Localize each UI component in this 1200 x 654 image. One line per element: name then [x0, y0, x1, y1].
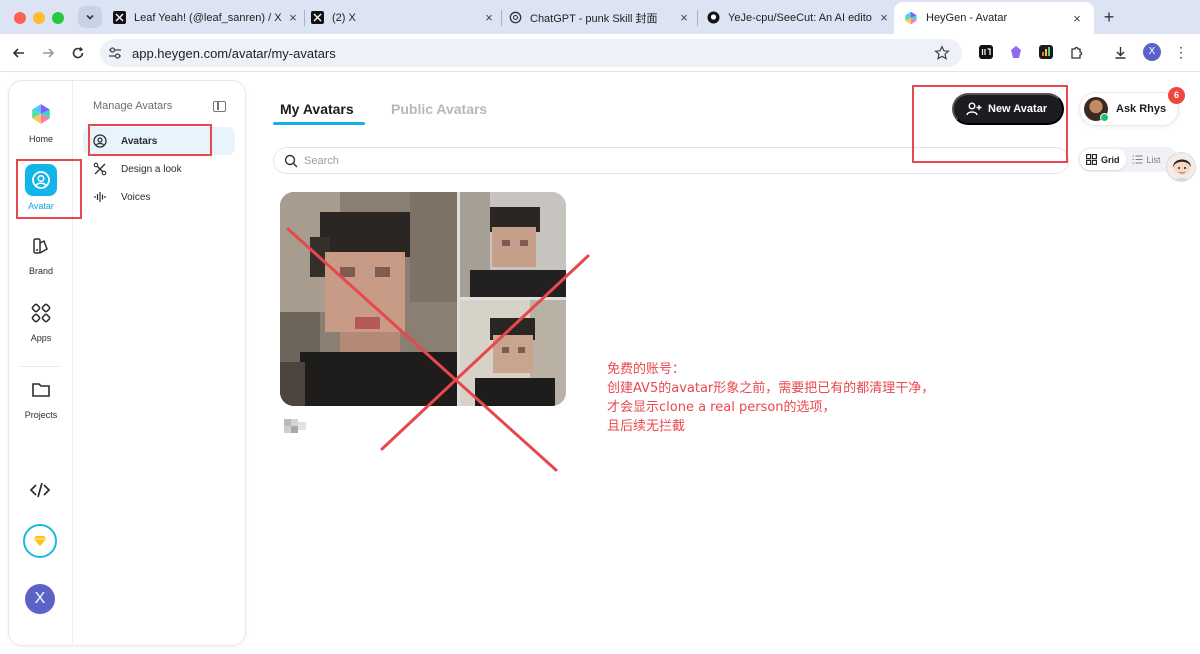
extensions-puzzle-icon[interactable]: [1068, 44, 1084, 60]
arrow-left-icon: [12, 48, 24, 58]
download-icon[interactable]: [1112, 44, 1128, 60]
close-icon[interactable]: ×: [1070, 11, 1084, 26]
back-button[interactable]: [9, 43, 29, 63]
new-tab-button[interactable]: +: [1100, 7, 1118, 27]
annotation-line: 免费的账号：: [607, 362, 686, 377]
browser-profile-avatar[interactable]: X: [1143, 43, 1161, 61]
close-icon[interactable]: ×: [286, 10, 300, 25]
tab-title: HeyGen - Avatar: [926, 12, 1008, 24]
arrow-right-icon: [43, 48, 55, 58]
close-icon[interactable]: ×: [482, 10, 496, 25]
annotation-line: 且后续无拦截: [607, 419, 686, 434]
tab-divider: [501, 10, 502, 26]
tab-title: YeJe-cpu/SeeCut: An AI edito: [728, 11, 872, 24]
site-settings-icon[interactable]: [108, 46, 122, 60]
maximize-window-button[interactable]: [52, 12, 64, 24]
reload-icon: [72, 47, 84, 59]
browser-tab[interactable]: ChatGPT - punk Skill 封面 ×: [508, 5, 691, 30]
browser-tab[interactable]: Leaf Yeah! (@leaf_sanren) / X ×: [112, 5, 300, 30]
url-text: app.heygen.com/avatar/my-avatars: [132, 46, 336, 61]
browser-tab[interactable]: YeJe-cpu/SeeCut: An AI edito ×: [706, 5, 891, 30]
tab-divider: [697, 10, 698, 26]
forward-button[interactable]: [38, 43, 58, 63]
github-icon: [706, 11, 720, 25]
tab-title: Leaf Yeah! (@leaf_sanren) / X: [134, 11, 282, 24]
annotation-line: 创建AV5的avatar形象之前，需要把已有的都清理干净，: [607, 381, 935, 396]
annotation-cross-mark: [286, 227, 590, 472]
close-icon[interactable]: ×: [877, 10, 891, 25]
chatgpt-icon: [508, 11, 522, 25]
extension-icon[interactable]: [978, 44, 994, 60]
tab-search-button[interactable]: [78, 6, 102, 28]
browser-tab[interactable]: (2) X ×: [310, 5, 496, 30]
minimize-window-button[interactable]: [33, 12, 45, 24]
extension-icon[interactable]: [1008, 44, 1024, 60]
heygen-logo-icon: [904, 11, 918, 25]
annotation-line: 才会显示clone a real person的选项，: [607, 400, 836, 415]
x-logo-icon: [310, 11, 324, 25]
address-bar[interactable]: app.heygen.com/avatar/my-avatars: [100, 39, 962, 67]
close-window-button[interactable]: [14, 12, 26, 24]
browser-tab-bar: Leaf Yeah! (@leaf_sanren) / X × (2) X × …: [0, 0, 1200, 34]
tab-title: ChatGPT - punk Skill 封面: [530, 12, 658, 25]
chevron-down-icon: [86, 14, 94, 20]
close-icon[interactable]: ×: [677, 10, 691, 25]
browser-toolbar: app.heygen.com/avatar/my-avatars X ⋮: [0, 34, 1200, 72]
bookmark-star-icon[interactable]: [934, 45, 950, 61]
tab-title: (2) X: [332, 11, 356, 24]
extension-icon[interactable]: [1038, 44, 1054, 60]
tab-divider: [304, 10, 305, 26]
browser-menu-icon[interactable]: ⋮: [1174, 44, 1188, 62]
annotation-note: 免费的账号： 创建AV5的avatar形象之前，需要把已有的都清理干净， 才会显…: [607, 360, 934, 436]
reload-button[interactable]: [68, 43, 88, 63]
heygen-page: Home Avatar Brand Apps Projects X Manage…: [0, 72, 1200, 654]
x-logo-icon: [112, 11, 126, 25]
browser-tab-active[interactable]: HeyGen - Avatar ×: [894, 2, 1094, 34]
